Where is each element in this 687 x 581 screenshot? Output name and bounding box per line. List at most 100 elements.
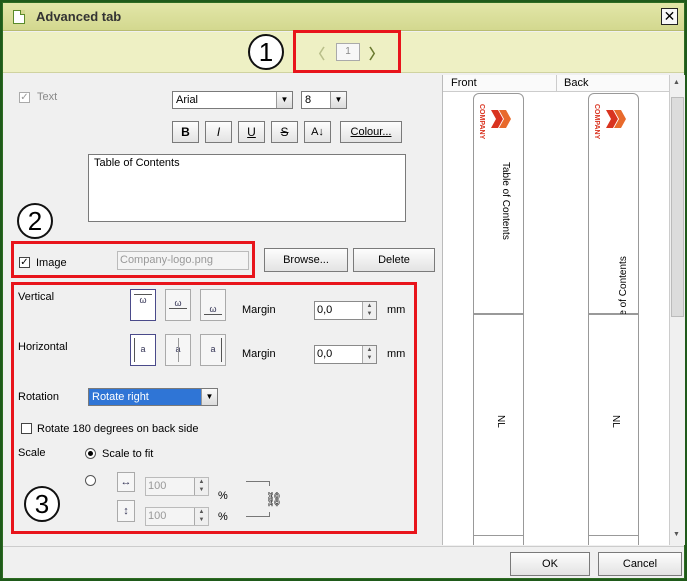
scroll-up-icon[interactable]: ▲ [673,79,680,86]
align-middle-icon: ω [174,298,182,308]
preview-scrollbar[interactable]: ▲ ▼ [669,75,685,545]
height-percent-unit: % [218,511,228,523]
height-percent-value: 100 [148,510,167,522]
front-tab-bottom: NL [473,314,524,536]
browse-button[interactable]: Browse... [264,248,348,272]
font-size-select[interactable]: 8 ▼ [301,91,347,109]
company-text: COMPANY [478,104,485,140]
front-tab-next [473,535,524,545]
cancel-button[interactable]: Cancel [598,552,682,576]
vertical-margin-label: Margin [242,304,276,316]
page-navigation-bar: 1 〈 1 〉 [3,30,684,73]
company-text: COMPANY [593,104,600,140]
width-percent-value: 100 [148,480,167,492]
title-bar: Advanced tab ✕ [3,3,684,31]
horizontal-margin-value: 0,0 [317,348,333,360]
dialog-footer: OK Cancel [3,546,684,578]
front-label: Front [451,77,477,89]
image-file-field[interactable]: Company-logo.png [117,251,249,270]
chain-link-icon[interactable]: ⛓ [265,486,283,512]
scale-label: Scale [18,447,46,459]
horizontal-label: Horizontal [18,341,68,353]
horizontal-margin-field[interactable]: 0,0 ▲ ▼ [314,345,377,364]
next-page-icon[interactable]: 〉 [369,44,383,64]
width-percent-field[interactable]: 100 ▲ ▼ [145,477,209,496]
close-button[interactable]: ✕ [661,8,678,25]
underline-button[interactable]: U [238,121,265,143]
align-middle-button[interactable]: ω [165,289,191,321]
align-top-button[interactable]: ω [130,289,156,321]
align-center-icon [178,338,179,362]
rotation-select[interactable]: Rotate right ▼ [88,388,218,406]
text-label: Text [37,91,58,103]
rotate-back-checkbox[interactable] [21,423,32,434]
horizontal-margin-label: Margin [242,348,276,360]
horizontal-margin-unit: mm [387,348,406,360]
window-title: Advanced tab [36,9,122,24]
scale-to-fit-radio[interactable] [85,448,96,459]
font-size-value: 8 [305,94,312,106]
bold-button[interactable]: B [172,121,199,143]
scroll-down-icon[interactable]: ▼ [673,531,680,538]
colour-button[interactable]: Colour... [340,121,402,143]
company-logo-icon [604,108,626,130]
height-percent-spinner[interactable]: ▲ ▼ [194,508,208,525]
width-arrow-icon: ↔ [117,472,135,492]
rotation-value: Rotate right [92,391,149,403]
font-size-toggle-button[interactable]: A↓ [304,121,331,143]
width-percent-spinner[interactable]: ▲ ▼ [194,478,208,495]
align-left-icon [134,338,135,362]
height-arrow-icon: ↕ [117,500,135,522]
text-checkbox[interactable]: ✓ [19,92,30,103]
align-left-button[interactable]: a [130,334,156,366]
front-tab-top: COMPANY Table of Contents [473,93,524,314]
callout-1: 1 [248,34,284,70]
font-family-select[interactable]: Arial ▼ [172,91,293,109]
preview-panel: Front Back COMPANY Table of Contents NL [442,75,685,545]
vertical-margin-spinner[interactable]: ▲ ▼ [362,302,376,319]
text-content-area[interactable]: Table of Contents [88,154,406,222]
callout-2: 2 [17,203,53,239]
font-family-value: Arial [176,94,199,106]
align-bottom-button[interactable]: ω [200,289,226,321]
chevron-down-icon: ▼ [276,92,292,108]
delete-button[interactable]: Delete [353,248,435,272]
back-lang-text: NL [610,415,621,428]
back-tab-bottom: NL [588,314,639,536]
rotate-back-label: Rotate 180 degrees on back side [37,423,199,435]
advanced-tab-dialog: Advanced tab ✕ 1 〈 1 〉 ✓ Text Arial ▼ 8 … [2,2,685,579]
callout-3: 3 [24,486,60,522]
document-icon [13,10,25,24]
vertical-margin-field[interactable]: 0,0 ▲ ▼ [314,301,377,320]
italic-button[interactable]: I [205,121,232,143]
strikethrough-button[interactable]: S [271,121,298,143]
chevron-down-icon: ▼ [330,92,346,108]
ok-button[interactable]: OK [510,552,590,576]
front-lang-text: NL [495,415,506,428]
width-percent-unit: % [218,490,228,502]
align-bottom-icon: ω [209,304,217,314]
back-tab-next [588,535,639,545]
front-tab-text: Table of Contents [500,162,511,240]
back-tab-top: COMPANY Table of Contents [588,93,639,334]
scroll-thumb[interactable] [671,97,684,317]
page-number-field[interactable]: 1 [336,43,360,61]
chevron-down-icon: ▼ [201,389,217,405]
custom-scale-radio[interactable] [85,475,96,486]
vertical-margin-value: 0,0 [317,304,333,316]
rotation-label: Rotation [18,391,59,403]
horizontal-margin-spinner[interactable]: ▲ ▼ [362,346,376,363]
height-percent-field[interactable]: 100 ▲ ▼ [145,507,209,526]
vertical-margin-unit: mm [387,304,406,316]
preview-header: Front Back [443,75,670,92]
align-right-button[interactable]: a [200,334,226,366]
vertical-label: Vertical [18,291,55,303]
align-right-icon [221,338,222,362]
image-label: Image [36,257,67,269]
align-center-button[interactable]: a [165,334,191,366]
previous-page-icon[interactable]: 〈 [311,44,325,64]
back-label: Back [564,77,589,89]
scale-to-fit-label: Scale to fit [102,448,154,460]
image-checkbox[interactable]: ✓ [19,257,30,268]
company-logo-icon [489,108,511,130]
